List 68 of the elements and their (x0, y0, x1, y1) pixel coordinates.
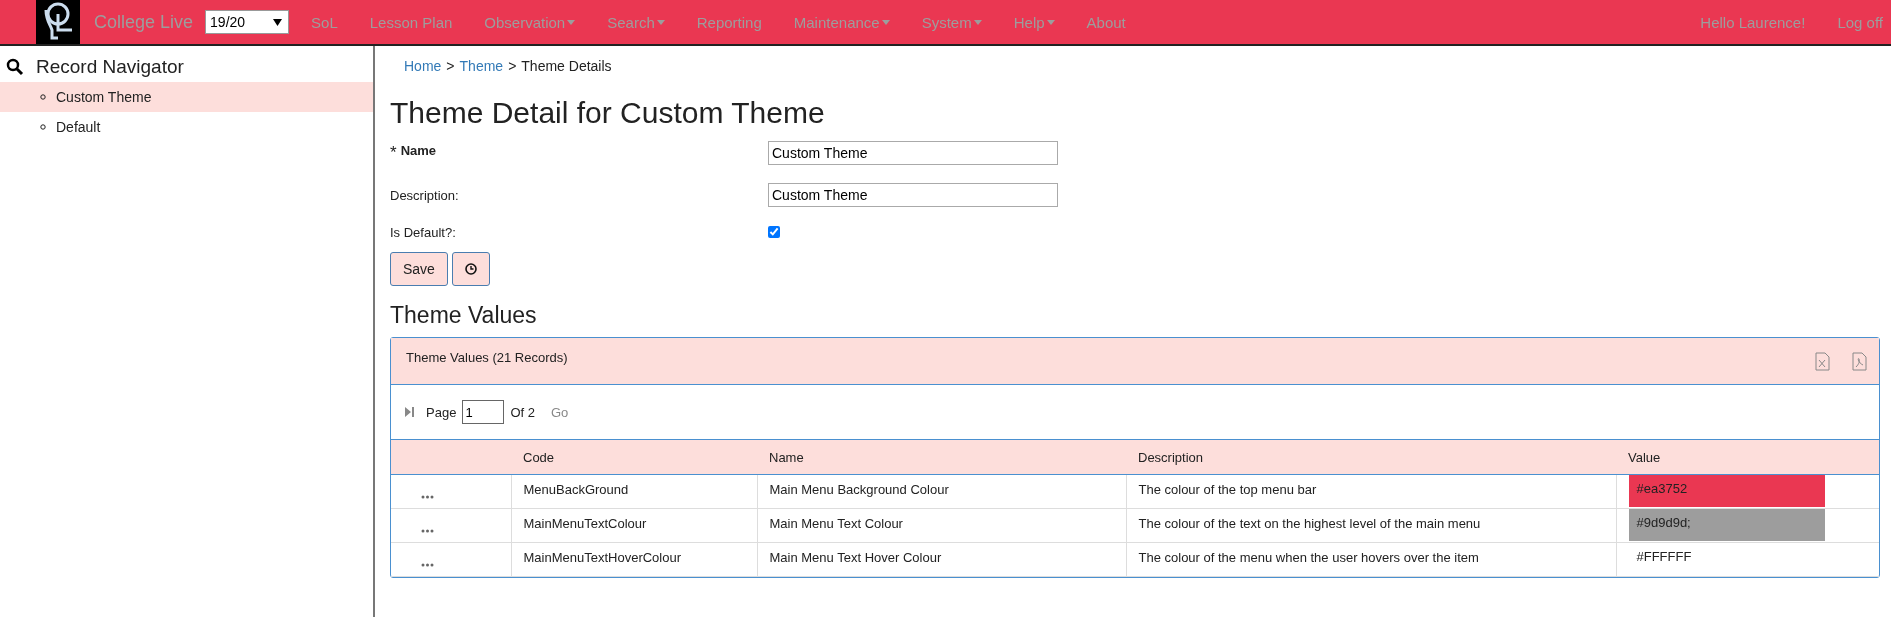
sidebar-item[interactable]: Custom Theme (0, 82, 373, 112)
table-cell: Main Menu Text Hover Colour (757, 542, 1126, 577)
menu-item[interactable]: About (1070, 13, 1142, 31)
page-input[interactable]: 1 (462, 400, 505, 424)
column-header: Name (757, 440, 1126, 475)
caret-icon (1046, 19, 1055, 25)
table-cell: MainMenuTextColour (511, 508, 757, 543)
clock-icon (464, 263, 477, 275)
caret-icon (973, 19, 982, 25)
bullet-icon (40, 124, 46, 130)
app-name[interactable]: College Live (80, 11, 206, 33)
required-mark: * (390, 143, 397, 163)
column-header: Description (1126, 440, 1616, 475)
last-page-icon[interactable] (405, 407, 414, 417)
menu-item[interactable]: Lesson Plan (353, 13, 469, 31)
logo-drawing (36, 0, 80, 44)
menu-item[interactable]: Reporting (680, 13, 778, 31)
input-field[interactable]: Custom Theme (768, 141, 1058, 165)
table-cell: The colour of the menu when the user hovers over the item (1126, 542, 1616, 577)
more-icon[interactable] (421, 495, 434, 499)
dropdown-arrow-icon (273, 18, 283, 26)
search-icon (6, 58, 24, 76)
field-label: Name (400, 143, 437, 158)
menu-item[interactable]: SoL (295, 13, 354, 31)
breadcrumb-link[interactable]: Theme (459, 58, 504, 74)
history-button[interactable] (451, 252, 490, 286)
breadcrumb-separator: > (508, 58, 517, 74)
input-field[interactable]: Custom Theme (768, 183, 1058, 207)
section-heading: Theme Values (390, 302, 538, 329)
year-select[interactable]: 19/20 (205, 10, 290, 34)
table-cell: The colour of the text on the highest level of the main menu (1126, 508, 1616, 543)
go-link[interactable]: Go (550, 404, 569, 420)
table-cell: MainMenuTextHoverColour (511, 542, 757, 577)
breadcrumb-current: Theme Details (521, 58, 612, 74)
table-cell: MenuBackGround (511, 474, 757, 509)
table-cell: Main Menu Text Colour (757, 508, 1126, 543)
breadcrumb-separator: > (446, 58, 455, 74)
bullet-icon (40, 94, 46, 100)
table-cell: Main Menu Background Colour (757, 474, 1126, 509)
menu-item[interactable]: Search (591, 13, 681, 31)
more-icon[interactable] (421, 529, 434, 533)
page-label: Page (426, 404, 457, 420)
panel-title: Theme Values (21 Records) (406, 349, 568, 367)
save-button[interactable]: Save (390, 252, 448, 286)
excel-export-icon[interactable] (1815, 352, 1830, 371)
page-count: Of 2 (510, 404, 535, 420)
checkbox[interactable] (768, 226, 780, 238)
menu-item[interactable]: System (905, 13, 998, 31)
colour-swatch: #9d9d9d; (1628, 509, 1825, 541)
caret-icon (567, 19, 576, 25)
sidebar-title: Record Navigator (36, 56, 184, 78)
menu-item[interactable]: Maintenance (777, 13, 906, 31)
column-header: Code (511, 440, 757, 475)
table-cell: The colour of the top menu bar (1126, 474, 1616, 509)
breadcrumb-link[interactable]: Home (404, 58, 442, 74)
sidebar-item[interactable]: Default (0, 112, 373, 142)
field-label: Is Default?: (390, 224, 456, 240)
column-header: Value (1616, 440, 1879, 475)
colour-swatch: #ea3752 (1628, 475, 1825, 507)
more-icon[interactable] (421, 563, 434, 567)
caret-icon (656, 19, 665, 25)
logoff-link[interactable]: Log off (1821, 13, 1891, 31)
field-label: Description: (390, 187, 459, 203)
menu-item[interactable]: Help (997, 13, 1071, 31)
menu-item[interactable]: Observation (468, 13, 592, 31)
page-heading: Theme Detail for Custom Theme (390, 96, 826, 130)
greeting: Hello Laurence! (1699, 13, 1807, 31)
caret-icon (881, 19, 890, 25)
